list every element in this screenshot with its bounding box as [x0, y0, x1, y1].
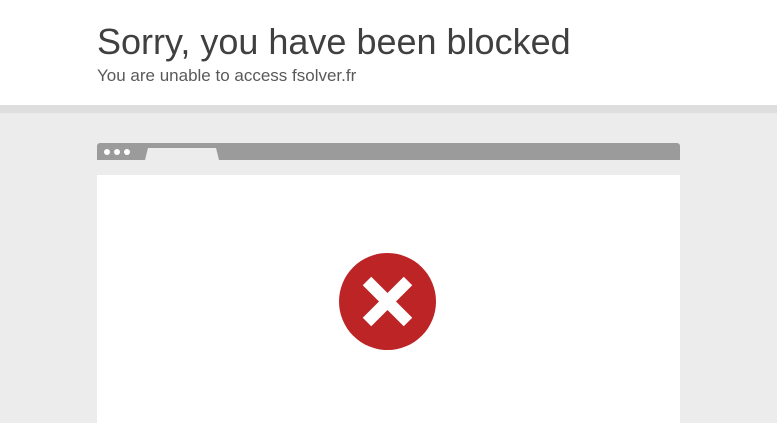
window-dot [124, 149, 130, 155]
browser-toolbar-strip [97, 160, 680, 175]
error-x-icon [339, 253, 436, 350]
page-title: Sorry, you have been blocked [97, 21, 571, 62]
browser-title-bar [97, 143, 680, 160]
page-header: Sorry, you have been blocked You are una… [0, 0, 777, 105]
page-subtitle: You are unable to access fsolver.fr [97, 66, 357, 85]
header-divider [0, 105, 777, 113]
window-dot [114, 149, 120, 155]
window-dot [104, 149, 110, 155]
browser-window [97, 175, 680, 423]
browser-tab [145, 148, 219, 160]
